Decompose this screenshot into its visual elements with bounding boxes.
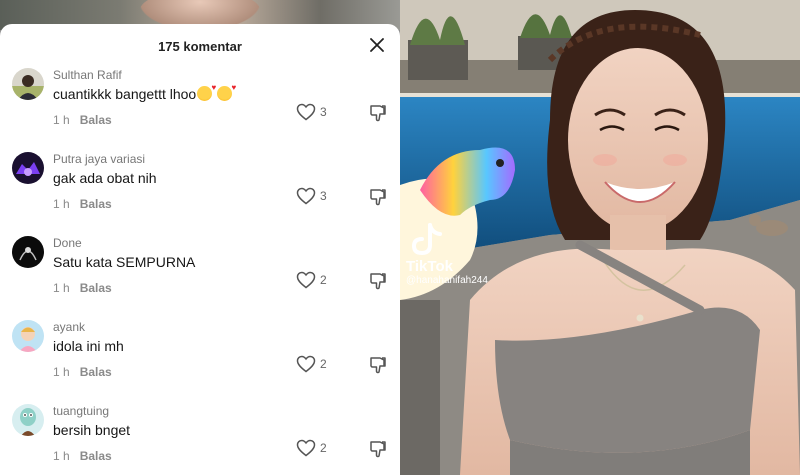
like-count: 2: [320, 441, 327, 455]
comment-meta: 1 h Balas: [53, 197, 112, 211]
comment-text: idola ini mh: [53, 338, 124, 354]
dislike-icon[interactable]: [368, 271, 388, 291]
like-count: 2: [320, 357, 327, 371]
avatar[interactable]: [12, 404, 44, 436]
like-button[interactable]: 3: [296, 103, 327, 121]
reply-button[interactable]: Balas: [80, 197, 112, 211]
like-count: 2: [320, 273, 327, 287]
close-icon[interactable]: [368, 36, 386, 54]
smiling-face-hearts-emoji: [217, 83, 236, 101]
comment-time: 1 h: [53, 449, 70, 463]
comment-text: gak ada obat nih: [53, 170, 157, 186]
comment-meta: 1 h Balas: [53, 281, 112, 295]
comment-meta: 1 h Balas: [53, 449, 112, 463]
comment-username[interactable]: Sulthan Rafif: [53, 68, 122, 82]
dislike-icon[interactable]: [368, 355, 388, 375]
reply-button[interactable]: Balas: [80, 281, 112, 295]
comment-username[interactable]: ayank: [53, 320, 85, 334]
reply-button[interactable]: Balas: [80, 365, 112, 379]
dislike-icon[interactable]: [368, 187, 388, 207]
comment-text: cuantikkk bangettt lhoo: [53, 83, 236, 102]
comment-time: 1 h: [53, 197, 70, 211]
comments-header: 175 komentar: [0, 24, 400, 68]
heart-icon: [296, 187, 316, 205]
comment-item: Done Satu kata SEMPURNA 1 h Balas 2: [0, 236, 400, 320]
comment-text: bersih bnget: [53, 422, 131, 438]
like-button[interactable]: 2: [296, 355, 327, 373]
avatar[interactable]: [12, 152, 44, 184]
tiktok-watermark-handle: @hanahanifah244: [406, 275, 488, 286]
heart-icon: [296, 439, 316, 457]
comment-username[interactable]: tuangtuing: [53, 404, 109, 418]
comment-meta: 1 h Balas: [53, 113, 112, 127]
comment-time: 1 h: [53, 365, 70, 379]
comments-pane: 175 komentar Sulthan Rafif cuantikkk ban…: [0, 0, 400, 475]
comment-text: Satu kata SEMPURNA: [53, 254, 196, 270]
comment-item: Putra jaya variasi gak ada obat nih 1 h B…: [0, 152, 400, 236]
avatar[interactable]: [12, 320, 44, 352]
like-count: 3: [320, 105, 327, 119]
heart-icon: [296, 103, 316, 121]
avatar[interactable]: [12, 236, 44, 268]
like-button[interactable]: 3: [296, 187, 327, 205]
comment-username[interactable]: Done: [53, 236, 82, 250]
comments-count-title: 175 komentar: [158, 38, 242, 54]
comment-meta: 1 h Balas: [53, 365, 112, 379]
comment-time: 1 h: [53, 281, 70, 295]
video-scene: TikTok @hanahanifah244: [400, 0, 800, 475]
dislike-icon[interactable]: [368, 103, 388, 123]
comment-username[interactable]: Putra jaya variasi: [53, 152, 145, 166]
reply-button[interactable]: Balas: [80, 113, 112, 127]
tiktok-watermark-brand: TikTok: [406, 258, 454, 275]
heart-icon: [296, 355, 316, 373]
comment-item: ayank idola ini mh 1 h Balas 2: [0, 320, 400, 404]
like-button[interactable]: 2: [296, 439, 327, 457]
comment-item: tuangtuing bersih bnget 1 h Balas 2: [0, 404, 400, 475]
comment-time: 1 h: [53, 113, 70, 127]
like-button[interactable]: 2: [296, 271, 327, 289]
comments-sheet: 175 komentar Sulthan Rafif cuantikkk ban…: [0, 24, 400, 475]
like-count: 3: [320, 189, 327, 203]
dislike-icon[interactable]: [368, 439, 388, 459]
comment-item: Sulthan Rafif cuantikkk bangettt lhoo 1 …: [0, 68, 400, 152]
reply-button[interactable]: Balas: [80, 449, 112, 463]
video-frame[interactable]: TikTok @hanahanifah244: [400, 0, 800, 475]
avatar[interactable]: [12, 68, 44, 100]
smiling-face-hearts-emoji: [197, 83, 216, 101]
heart-icon: [296, 271, 316, 289]
